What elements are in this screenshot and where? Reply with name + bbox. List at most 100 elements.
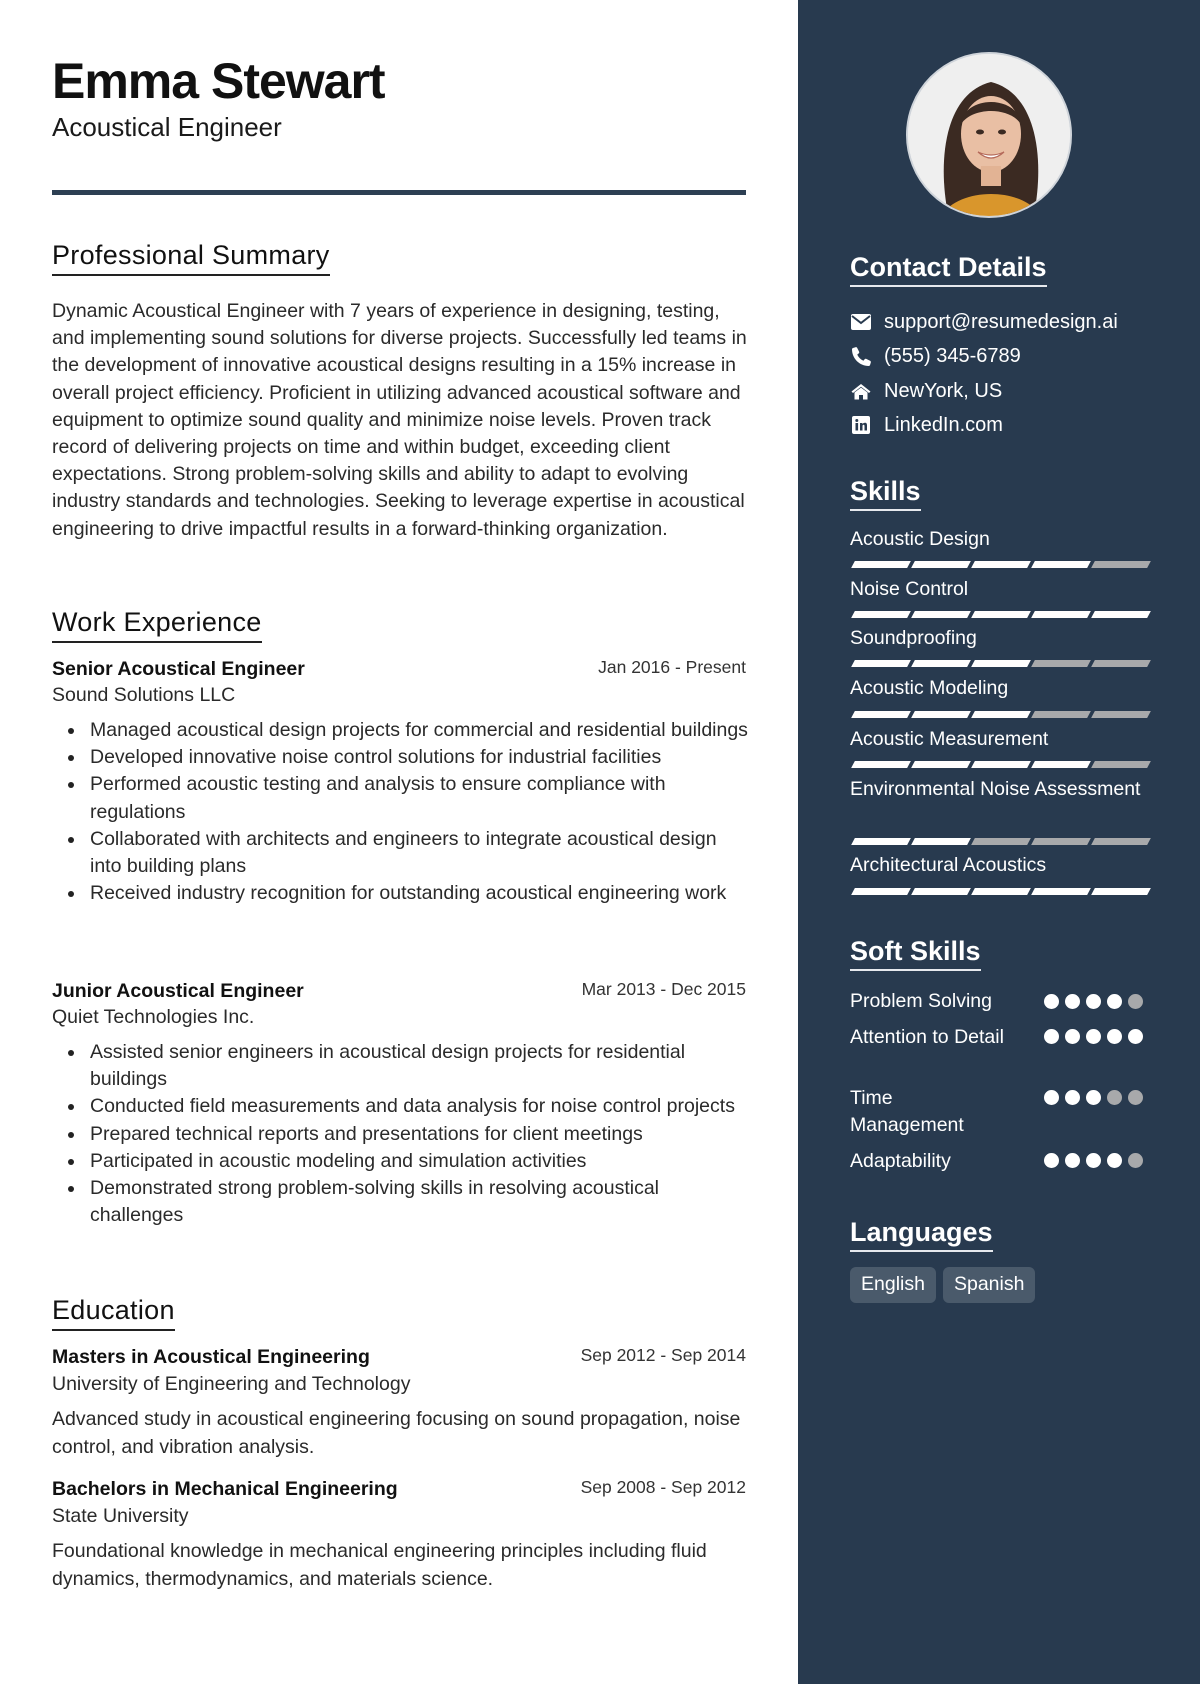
bullet-item: Demonstrated strong problem-solving skil… bbox=[68, 1175, 750, 1229]
rating-dot-filled bbox=[1107, 1029, 1122, 1044]
rating-segment-filled bbox=[971, 888, 1031, 895]
degree-title: Masters in Acoustical Engineering bbox=[52, 1346, 370, 1368]
candidate-name: Emma Stewart bbox=[52, 53, 386, 109]
bullet-text: Received industry recognition for outsta… bbox=[90, 882, 727, 905]
rating-dot-filled bbox=[1086, 1153, 1101, 1168]
skill-name: Acoustic Modeling bbox=[850, 677, 1009, 699]
bullet-icon bbox=[68, 1104, 74, 1111]
skill-name: Acoustic Design bbox=[850, 528, 990, 550]
rating-segment-empty bbox=[971, 838, 1031, 845]
rating-segment-empty bbox=[1031, 838, 1091, 845]
bullet-icon bbox=[68, 1158, 74, 1165]
skill-rating-bar bbox=[851, 660, 1151, 667]
contact-linkedin-text: LinkedIn.com bbox=[884, 413, 1003, 436]
rating-dot-filled bbox=[1065, 1029, 1080, 1044]
avatar-illustration bbox=[908, 54, 1070, 216]
bullet-icon bbox=[68, 782, 74, 789]
profile-photo bbox=[906, 52, 1072, 218]
bullet-text: Demonstrated strong problem-solving skil… bbox=[90, 1177, 659, 1227]
experience-heading: Work Experience bbox=[52, 607, 262, 643]
bullet-text: Participated in acoustic modeling and si… bbox=[90, 1149, 587, 1172]
soft-skills-heading: Soft Skills bbox=[850, 936, 981, 971]
school-name: University of Engineering and Technology bbox=[52, 1373, 411, 1395]
rating-dot-filled bbox=[1107, 994, 1122, 1009]
envelope-icon bbox=[850, 311, 872, 333]
rating-segment-empty bbox=[1031, 660, 1091, 667]
bullet-icon bbox=[68, 836, 74, 843]
sidebar: Contact Details support@resumedesign.ai … bbox=[798, 0, 1200, 1684]
rating-segment-filled bbox=[911, 711, 971, 718]
rating-segment-filled bbox=[911, 561, 971, 568]
soft-skill-rating-dots bbox=[1044, 994, 1143, 1009]
bullet-text: Developed innovative noise control solut… bbox=[90, 746, 662, 769]
rating-segment-filled bbox=[1091, 888, 1151, 895]
rating-dot-empty bbox=[1107, 1090, 1122, 1105]
job-bullets: Managed acoustical design projects for c… bbox=[68, 717, 750, 907]
soft-skill-name: Problem Solving bbox=[850, 990, 992, 1012]
rating-segment-filled bbox=[1031, 888, 1091, 895]
skill-rating-bar bbox=[851, 888, 1151, 895]
rating-segment-filled bbox=[911, 838, 971, 845]
rating-segment-empty bbox=[1091, 561, 1151, 568]
education-dates: Sep 2008 - Sep 2012 bbox=[580, 1477, 746, 1497]
bullet-item: Received industry recognition for outsta… bbox=[68, 880, 750, 907]
rating-dot-empty bbox=[1128, 994, 1143, 1009]
contact-email[interactable]: support@resumedesign.ai bbox=[850, 308, 1118, 336]
skill-rating-bar bbox=[851, 838, 1151, 845]
bullet-icon bbox=[68, 1050, 74, 1056]
rating-dot-filled bbox=[1044, 994, 1059, 1009]
contact-phone-text: (555) 345-6789 bbox=[884, 344, 1021, 367]
job-title: Senior Acoustical Engineer bbox=[52, 658, 305, 680]
rating-segment-filled bbox=[971, 761, 1031, 768]
bullet-item: Assisted senior engineers in acoustical … bbox=[68, 1039, 750, 1093]
soft-skill-name: Attention to Detail bbox=[850, 1026, 1004, 1048]
bullet-item: Performed acoustic testing and analysis … bbox=[68, 771, 750, 825]
rating-segment-empty bbox=[1091, 838, 1151, 845]
summary-heading: Professional Summary bbox=[52, 240, 330, 276]
rating-segment-filled bbox=[851, 761, 911, 768]
rating-segment-filled bbox=[911, 660, 971, 667]
job-dates: Mar 2013 - Dec 2015 bbox=[581, 979, 746, 999]
summary-text: Dynamic Acoustical Engineer with 7 years… bbox=[52, 300, 747, 540]
rating-dot-filled bbox=[1044, 1090, 1059, 1105]
bullet-icon bbox=[68, 1186, 74, 1193]
contact-phone[interactable]: (555) 345-6789 bbox=[850, 342, 1021, 370]
skill-name: Acoustic Measurement bbox=[850, 728, 1049, 750]
bullet-item: Participated in acoustic modeling and si… bbox=[68, 1148, 750, 1175]
job-dates: Jan 2016 - Present bbox=[598, 657, 746, 677]
rating-dot-filled bbox=[1065, 1153, 1080, 1168]
rating-segment-filled bbox=[851, 888, 911, 895]
degree-title: Bachelors in Mechanical Engineering bbox=[52, 1478, 398, 1500]
rating-segment-filled bbox=[911, 611, 971, 618]
job-bullets: Assisted senior engineers in acoustical … bbox=[68, 1039, 750, 1229]
rating-segment-filled bbox=[971, 611, 1031, 618]
home-icon bbox=[850, 380, 872, 402]
rating-segment-empty bbox=[1091, 761, 1151, 768]
bullet-icon bbox=[68, 891, 74, 898]
skill-rating-bar bbox=[851, 711, 1151, 718]
bullet-text: Assisted senior engineers in acoustical … bbox=[90, 1041, 686, 1091]
bullet-item: Conducted field measurements and data an… bbox=[68, 1093, 750, 1120]
rating-segment-filled bbox=[911, 888, 971, 895]
skill-rating-bar bbox=[851, 561, 1151, 568]
candidate-title: Acoustical Engineer bbox=[52, 112, 282, 142]
rating-dot-filled bbox=[1086, 1029, 1101, 1044]
linkedin-icon bbox=[850, 414, 872, 436]
bullet-icon bbox=[68, 755, 74, 762]
rating-segment-empty bbox=[1031, 711, 1091, 718]
rating-segment-filled bbox=[851, 711, 911, 718]
rating-segment-filled bbox=[1031, 561, 1091, 568]
rating-segment-filled bbox=[851, 838, 911, 845]
contact-heading: Contact Details bbox=[850, 252, 1047, 287]
skill-name: Noise Control bbox=[850, 578, 969, 600]
rating-dot-filled bbox=[1065, 994, 1080, 1009]
job-title: Junior Acoustical Engineer bbox=[52, 980, 304, 1002]
education-dates: Sep 2012 - Sep 2014 bbox=[580, 1345, 746, 1365]
rating-segment-filled bbox=[1091, 611, 1151, 618]
contact-linkedin[interactable]: LinkedIn.com bbox=[850, 411, 1003, 439]
rating-segment-filled bbox=[1031, 761, 1091, 768]
skill-rating-bar bbox=[851, 761, 1151, 768]
languages-list: English Spanish bbox=[850, 1267, 1036, 1303]
contact-location: NewYork, US bbox=[850, 377, 1002, 405]
education-heading: Education bbox=[52, 1295, 175, 1331]
